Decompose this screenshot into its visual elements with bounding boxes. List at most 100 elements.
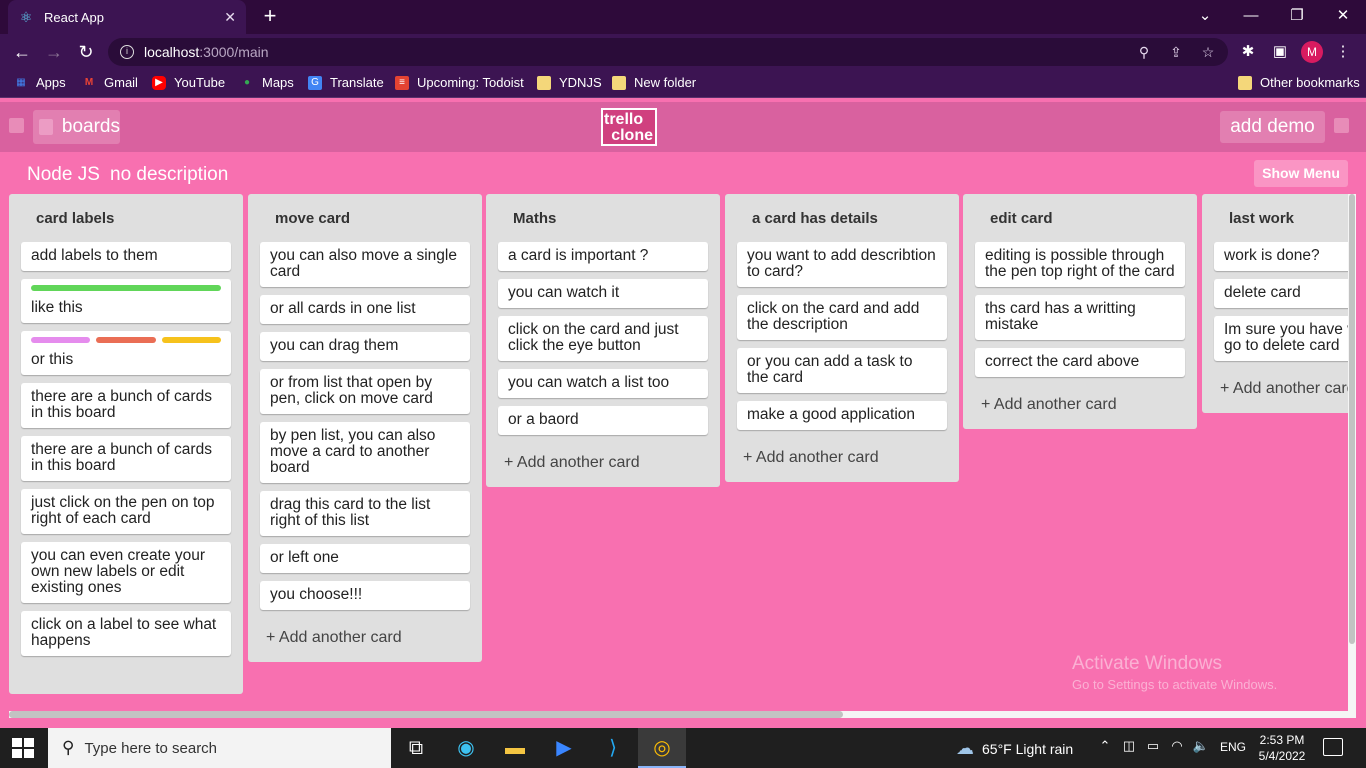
browser-tab[interactable]: ⚛ React App ✕ [8, 0, 246, 34]
board-name[interactable]: Node JS [27, 164, 100, 186]
network-device-icon[interactable]: ◫ [1120, 738, 1138, 754]
card[interactable]: drag this card to the list right of this… [260, 491, 470, 536]
trello-clone-logo[interactable]: trello clone [601, 108, 657, 146]
new-tab-button[interactable]: + [258, 4, 282, 30]
close-window-button[interactable]: ✕ [1320, 0, 1366, 34]
card[interactable]: just click on the pen on top right of ea… [21, 489, 231, 534]
list-title[interactable]: edit card [975, 194, 1185, 242]
bookmark-star-icon[interactable]: ☆ [1198, 42, 1218, 62]
notifications-icon[interactable] [1323, 738, 1343, 756]
vscode-icon[interactable]: ⟩ [589, 728, 637, 768]
bookmark-maps[interactable]: ● Maps [240, 75, 294, 90]
card[interactable]: click on a label to see what happens [21, 611, 231, 656]
card-label[interactable] [31, 337, 91, 343]
card[interactable]: editing is possible through the pen top … [975, 242, 1185, 287]
card[interactable]: you can watch a list too [498, 369, 708, 398]
card[interactable]: you can watch it [498, 279, 708, 308]
zoom-icon[interactable]: ⚲ [1134, 42, 1154, 62]
card[interactable]: you can also move a single card [260, 242, 470, 287]
media-player-icon[interactable]: ▶ [540, 728, 588, 768]
add-card-button[interactable]: + Add another card [975, 385, 1185, 429]
taskbar-search-input[interactable]: ⚲ Type here to search [48, 728, 391, 768]
card[interactable]: delete card [1214, 279, 1348, 308]
card[interactable]: you want to add describtion to card? [737, 242, 947, 287]
card-label[interactable] [161, 337, 221, 343]
list[interactable]: card labels add labels to them like this or… [9, 194, 243, 694]
add-card-button[interactable]: + Add another card [260, 618, 470, 662]
horizontal-scrollbar[interactable] [9, 711, 1348, 718]
add-card-button[interactable]: + Add another card [498, 443, 708, 487]
profile-avatar[interactable]: M [1301, 41, 1323, 63]
vertical-scroll-thumb[interactable] [1349, 194, 1355, 644]
bookmark-new-folder[interactable]: New folder [612, 75, 696, 90]
card[interactable]: like this [21, 279, 231, 323]
share-icon[interactable]: ⇪ [1166, 42, 1186, 62]
side-panel-icon[interactable]: ▣ [1269, 40, 1291, 64]
card[interactable]: click on the card and add the descriptio… [737, 295, 947, 340]
system-clock[interactable]: 2:53 PM 5/4/2022 [1258, 732, 1306, 764]
forward-button[interactable]: → [41, 40, 67, 64]
card[interactable]: or all cards in one list [260, 295, 470, 324]
restore-button[interactable]: ❐ [1274, 0, 1320, 34]
site-info-icon[interactable]: i [120, 45, 134, 59]
volume-icon[interactable]: 🔈 [1192, 738, 1210, 754]
battery-icon[interactable]: ▭ [1144, 738, 1162, 754]
card[interactable]: or from list that open by pen, click on … [260, 369, 470, 414]
card[interactable]: add labels to them [21, 242, 231, 271]
list[interactable]: move card you can also move a single card… [248, 194, 482, 662]
board-description[interactable]: no description [110, 164, 228, 186]
list-title[interactable]: Maths [498, 194, 708, 242]
card[interactable]: make a good application [737, 401, 947, 430]
card[interactable]: click on the card and just click the eye… [498, 316, 708, 361]
card[interactable]: you choose!!! [260, 581, 470, 610]
chrome-icon[interactable]: ◎ [638, 728, 686, 768]
close-tab-icon[interactable]: ✕ [224, 9, 236, 26]
card-label[interactable] [96, 337, 156, 343]
task-view-icon[interactable]: ⧉ [392, 728, 440, 768]
add-card-button[interactable]: + Add another card [737, 438, 947, 482]
bookmark-gmail[interactable]: M Gmail [82, 75, 138, 90]
card[interactable]: a card is important ? [498, 242, 708, 271]
weather-widget[interactable]: ☁ 65°F Light rain [956, 738, 1073, 759]
bookmark-todoist[interactable]: ≡ Upcoming: Todoist [395, 75, 524, 90]
extensions-icon[interactable]: ✱ [1237, 40, 1259, 64]
bookmark-apps[interactable]: ▦ Apps [14, 75, 65, 90]
card[interactable]: or you can add a task to the card [737, 348, 947, 393]
wifi-icon[interactable]: ◠ [1168, 738, 1186, 754]
card[interactable]: or a baord [498, 406, 708, 435]
add-demo-button[interactable]: add demo [1220, 111, 1325, 143]
bookmark-translate[interactable]: G Translate [308, 75, 384, 90]
show-menu-button[interactable]: Show Menu [1254, 160, 1348, 187]
card[interactable]: correct the card above [975, 348, 1185, 377]
list-title[interactable]: last work [1214, 194, 1348, 242]
add-card-button[interactable]: + Add another card [1214, 369, 1348, 413]
card[interactable]: you can even create your own new labels … [21, 542, 231, 603]
card-label[interactable] [31, 285, 221, 291]
horizontal-scroll-thumb[interactable] [9, 711, 843, 718]
card[interactable]: or left one [260, 544, 470, 573]
card[interactable]: there are a bunch of cards in this board [21, 436, 231, 481]
tab-search-icon[interactable]: ⌄ [1182, 0, 1228, 34]
list-title[interactable]: move card [260, 194, 470, 242]
card[interactable]: there are a bunch of cards in this board [21, 383, 231, 428]
list[interactable]: a card has details you want to add descri… [725, 194, 959, 482]
card[interactable]: or this [21, 331, 231, 375]
back-button[interactable]: ← [9, 40, 35, 64]
header-left-checkbox[interactable] [9, 118, 24, 133]
boards-button[interactable]: boards [33, 110, 120, 144]
card[interactable]: you can drag them [260, 332, 470, 361]
list[interactable]: Maths a card is important ? you can watch … [486, 194, 720, 487]
address-bar[interactable]: i localhost:3000/main [108, 38, 1228, 66]
bookmark-other[interactable]: Other bookmarks [1238, 75, 1360, 90]
list-title[interactable]: card labels [21, 194, 231, 242]
browser-menu-icon[interactable]: ⋮ [1332, 40, 1354, 64]
minimize-button[interactable]: — [1228, 0, 1274, 34]
tray-expand-icon[interactable]: ⌃ [1096, 738, 1114, 754]
edge-icon[interactable]: ◉ [442, 728, 490, 768]
windows-start-icon[interactable] [12, 738, 34, 758]
language-indicator[interactable]: ENG [1220, 740, 1246, 754]
list[interactable]: last work work is done? delete card Im sure… [1202, 194, 1348, 413]
bookmark-youtube[interactable]: ▶ YouTube [152, 75, 225, 90]
card[interactable]: work is done? [1214, 242, 1348, 271]
card[interactable]: by pen list, you can also move a card to… [260, 422, 470, 483]
